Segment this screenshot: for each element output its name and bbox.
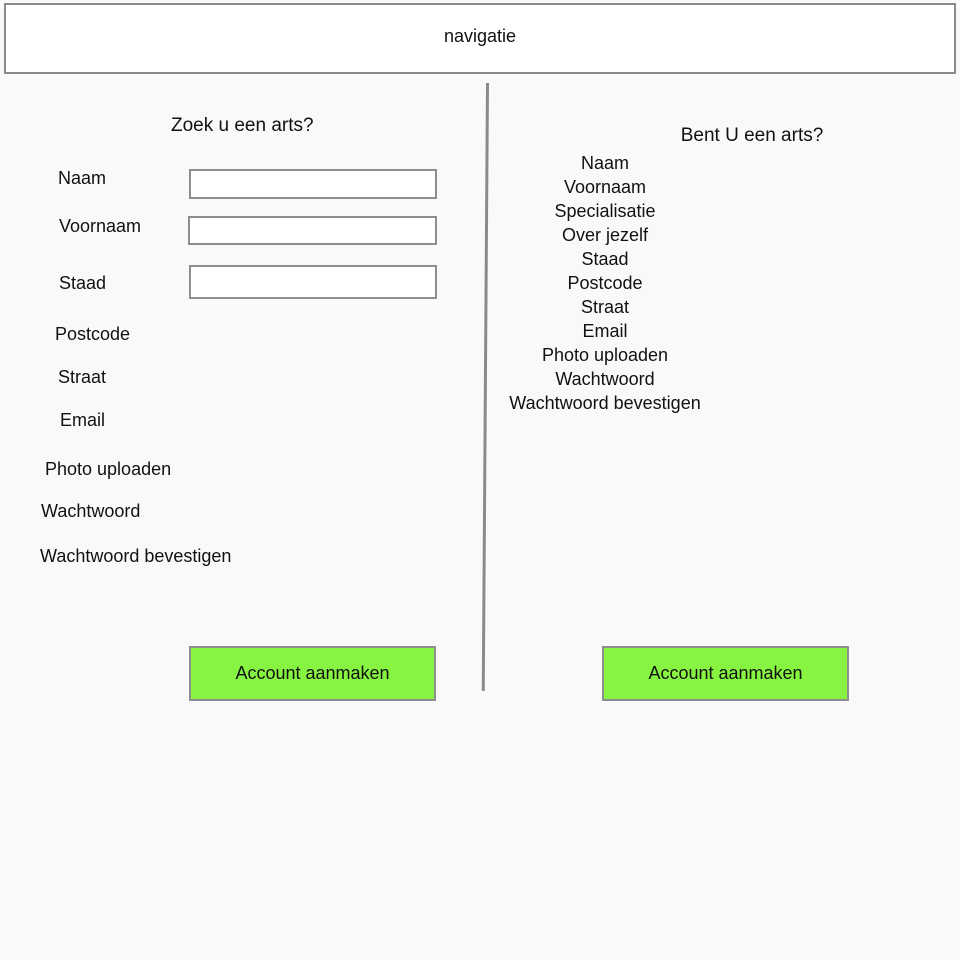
doctor-label-staad: Staad (581, 249, 629, 269)
patient-label-straat: Straat (58, 367, 107, 387)
patient-voornaam-input[interactable] (188, 216, 437, 245)
doctor-label-specialisatie: Specialisatie (554, 201, 656, 221)
doctor-label-photo: Photo uploaden (541, 345, 669, 365)
patient-label-staad: Staad (59, 273, 107, 293)
doctor-label-voornaam: Voornaam (563, 177, 647, 197)
patient-label-email: Email (60, 410, 106, 430)
patient-staad-input[interactable] (189, 265, 437, 299)
doctor-label-over-jezelf: Over jezelf (561, 225, 649, 245)
patient-label-postcode: Postcode (55, 324, 131, 344)
doctor-label-bevestigen: Wachtwoord bevestigen (509, 393, 701, 413)
doctor-label-email: Email (582, 321, 628, 341)
patient-label-wachtwoord: Wachtwoord (41, 501, 141, 521)
column-divider (481, 82, 489, 691)
patient-label-bevestigen: Wachtwoord bevestigen (40, 546, 232, 566)
doctor-heading: Bent U een arts? (680, 125, 824, 146)
navigation-label: navigatie (443, 26, 517, 46)
patient-label-photo: Photo uploaden (45, 459, 172, 479)
doctor-create-account-button[interactable]: Account aanmaken (602, 646, 849, 701)
doctor-label-straat: Straat (580, 297, 630, 317)
patient-heading: Zoek u een arts? (171, 115, 314, 136)
patient-create-account-button[interactable]: Account aanmaken (189, 646, 436, 701)
navigation-bar[interactable]: navigatie (4, 3, 956, 74)
doctor-label-postcode: Postcode (567, 273, 643, 293)
doctor-label-naam: Naam (580, 153, 630, 173)
patient-label-voornaam: Voornaam (59, 216, 142, 236)
patient-label-naam: Naam (58, 168, 107, 188)
patient-naam-input[interactable] (189, 169, 437, 199)
doctor-label-wachtwoord: Wachtwoord (555, 369, 655, 389)
